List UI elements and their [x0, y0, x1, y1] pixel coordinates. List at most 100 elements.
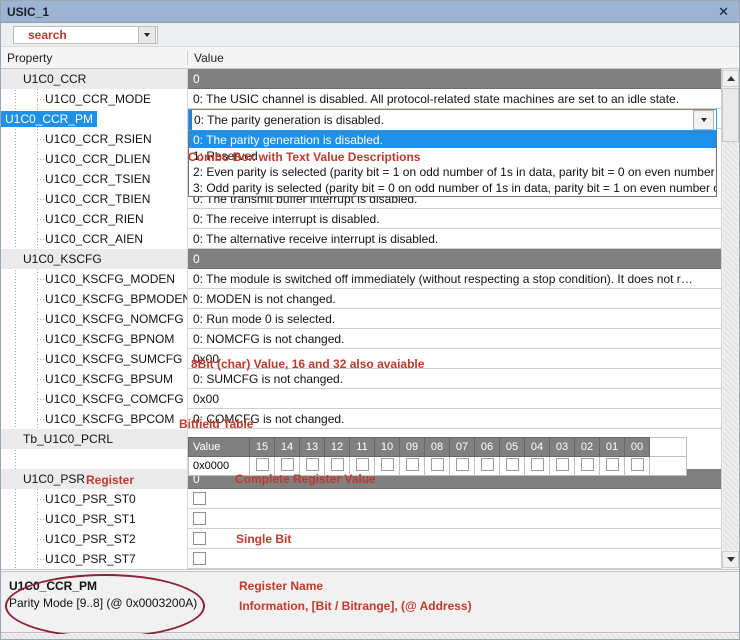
- bit-checkbox[interactable]: [381, 458, 394, 471]
- bitfield-bit-cell-06[interactable]: [475, 457, 500, 476]
- value-cell[interactable]: 0: [188, 249, 721, 269]
- bit-checkbox[interactable]: [456, 458, 469, 471]
- value-cell[interactable]: 0: The receive interrupt is disabled.: [188, 209, 721, 229]
- search-combobox[interactable]: search: [13, 26, 158, 44]
- tree-item-u1c0_psr_st2[interactable]: U1C0_PSR_ST2: [1, 529, 187, 549]
- value-cell[interactable]: 0: MODEN is not changed.: [188, 289, 721, 309]
- bitfield-bit-cell-13[interactable]: [300, 457, 325, 476]
- bit-checkbox[interactable]: [193, 532, 206, 545]
- tree-item-u1c0_psr_st1[interactable]: U1C0_PSR_ST1: [1, 509, 187, 529]
- tree-item-u1c0_kscfg_nomcfg[interactable]: U1C0_KSCFG_NOMCFG: [1, 309, 187, 329]
- bit-checkbox[interactable]: [356, 458, 369, 471]
- search-dropdown-button[interactable]: [138, 26, 156, 44]
- bit-checkbox[interactable]: [281, 458, 294, 471]
- value-cell[interactable]: [188, 489, 721, 509]
- tree-item-u1c0_ccr_tsien[interactable]: U1C0_CCR_TSIEN: [1, 169, 187, 189]
- horizontal-scrollbar[interactable]: [1, 634, 739, 639]
- value-cell[interactable]: 0x00: [188, 389, 721, 409]
- bit-checkbox[interactable]: [256, 458, 269, 471]
- bit-checkbox[interactable]: [193, 552, 206, 565]
- bit-checkbox[interactable]: [556, 458, 569, 471]
- column-header-property[interactable]: Property: [1, 51, 187, 65]
- dropdown-option[interactable]: 1: Reserved: [189, 148, 716, 164]
- tree-item-u1c0_kscfg_bpsum[interactable]: U1C0_KSCFG_BPSUM: [1, 369, 187, 389]
- tree-item-u1c0_psr[interactable]: U1C0_PSR: [1, 469, 187, 489]
- bitfield-bit-cell-02[interactable]: [575, 457, 600, 476]
- scrollbar-track[interactable]: [723, 142, 738, 550]
- tree-item-u1c0_psr_st7[interactable]: U1C0_PSR_ST7: [1, 549, 187, 569]
- value-cell[interactable]: 0: [188, 69, 721, 89]
- bitfield-bit-cell-01[interactable]: [600, 457, 625, 476]
- combobox-dropdown-list[interactable]: 0: The parity generation is disabled.1: …: [188, 131, 717, 197]
- dropdown-option[interactable]: 3: Odd parity is selected (parity bit = …: [189, 180, 716, 196]
- tree-item-u1c0_kscfg_bpnom[interactable]: U1C0_KSCFG_BPNOM: [1, 329, 187, 349]
- bit-checkbox[interactable]: [581, 458, 594, 471]
- bit-checkbox[interactable]: [406, 458, 419, 471]
- bitfield-bit-cell-10[interactable]: [375, 457, 400, 476]
- bit-checkbox[interactable]: [431, 458, 444, 471]
- value-combobox-editor[interactable]: 0: The parity generation is disabled.: [188, 109, 717, 131]
- bitfield-bit-cell-11[interactable]: [350, 457, 375, 476]
- scroll-up-button[interactable]: [722, 70, 739, 87]
- tree-item-u1c0_ccr_aien[interactable]: U1C0_CCR_AIEN: [1, 229, 187, 249]
- tree-item-u1c0_ccr_rsien[interactable]: U1C0_CCR_RSIEN: [1, 129, 187, 149]
- bitfield-value-cell[interactable]: 0x0000: [189, 457, 250, 476]
- value-cell[interactable]: [188, 549, 721, 569]
- bit-checkbox[interactable]: [631, 458, 644, 471]
- bit-checkbox[interactable]: [306, 458, 319, 471]
- value-cell[interactable]: 0: NOMCFG is not changed.: [188, 329, 721, 349]
- value-cell[interactable]: 0: The alternative receive interrupt is …: [188, 229, 721, 249]
- bit-checkbox[interactable]: [481, 458, 494, 471]
- tree-item-tb_u1c0_pcrl[interactable]: Tb_U1C0_PCRL: [1, 429, 187, 449]
- tree-item-u1c0_ccr_pm[interactable]: U1C0_CCR_PM: [1, 109, 187, 129]
- dropdown-option[interactable]: 2: Even parity is selected (parity bit =…: [189, 164, 716, 180]
- value-cell[interactable]: 0: Run mode 0 is selected.: [188, 309, 721, 329]
- value-cell[interactable]: [188, 509, 721, 529]
- tree-item-u1c0_ccr_rien[interactable]: U1C0_CCR_RIEN: [1, 209, 187, 229]
- scrollbar-thumb[interactable]: [722, 88, 739, 142]
- combobox-value-text[interactable]: 0: The parity generation is disabled.: [189, 113, 693, 127]
- tree-item-u1c0_ccr_mode[interactable]: U1C0_CCR_MODE: [1, 89, 187, 109]
- tree-item-u1c0_kscfg_moden[interactable]: U1C0_KSCFG_MODEN: [1, 269, 187, 289]
- bitfield-bit-cell-04[interactable]: [525, 457, 550, 476]
- bitfield-bit-cell-03[interactable]: [550, 457, 575, 476]
- close-icon[interactable]: ✕: [714, 5, 733, 19]
- vertical-scrollbar[interactable]: [721, 69, 739, 569]
- value-cell[interactable]: 0: The module is switched off immediatel…: [188, 269, 721, 289]
- tree-item-u1c0_ccr_dlien[interactable]: U1C0_CCR_DLIEN: [1, 149, 187, 169]
- value-cell[interactable]: 0: COMCFG is not changed.: [188, 409, 721, 429]
- tree-item-u1c0_kscfg_bpmoden[interactable]: U1C0_KSCFG_BPMODEN: [1, 289, 187, 309]
- bit-checkbox[interactable]: [193, 512, 206, 525]
- bitfield-table[interactable]: Value15141312111009080706050403020100 0x…: [188, 437, 687, 476]
- bitfield-bit-cell-09[interactable]: [400, 457, 425, 476]
- tree-item-u1c0_ccr[interactable]: U1C0_CCR: [1, 69, 187, 89]
- bit-checkbox[interactable]: [606, 458, 619, 471]
- scroll-down-button[interactable]: [722, 551, 739, 568]
- bitfield-bit-cell-05[interactable]: [500, 457, 525, 476]
- value-cell[interactable]: 0: The USIC channel is disabled. All pro…: [188, 89, 721, 109]
- search-input[interactable]: search: [14, 28, 138, 42]
- bitfield-bit-cell-12[interactable]: [325, 457, 350, 476]
- value-cell[interactable]: [188, 529, 721, 549]
- bitfield-bit-cell-15[interactable]: [250, 457, 275, 476]
- combobox-dropdown-button[interactable]: [693, 110, 714, 130]
- column-header-value[interactable]: Value: [187, 51, 739, 65]
- bitfield-bit-cell-00[interactable]: [625, 457, 650, 476]
- bitfield-bit-cell-08[interactable]: [425, 457, 450, 476]
- tree-item-u1c0_kscfg[interactable]: U1C0_KSCFG: [1, 249, 187, 269]
- tree-item-u1c0_kscfg_bpcom[interactable]: U1C0_KSCFG_BPCOM: [1, 409, 187, 429]
- bit-checkbox[interactable]: [531, 458, 544, 471]
- bit-checkbox[interactable]: [331, 458, 344, 471]
- dropdown-option[interactable]: 0: The parity generation is disabled.: [189, 132, 716, 148]
- tree-item-u1c0_psr_st0[interactable]: U1C0_PSR_ST0: [1, 489, 187, 509]
- bitfield-bit-cell-07[interactable]: [450, 457, 475, 476]
- value-cell[interactable]: 0: SUMCFG is not changed.: [188, 369, 721, 389]
- tree-item-u1c0_ccr_tbien[interactable]: U1C0_CCR_TBIEN: [1, 189, 187, 209]
- bit-checkbox[interactable]: [193, 492, 206, 505]
- value-text: 0: MODEN is not changed.: [193, 292, 336, 306]
- tree-item-u1c0_kscfg_comcfg[interactable]: U1C0_KSCFG_COMCFG: [1, 389, 187, 409]
- bitfield-bit-cell-14[interactable]: [275, 457, 300, 476]
- bit-checkbox[interactable]: [506, 458, 519, 471]
- tree-item-u1c0_kscfg_sumcfg[interactable]: U1C0_KSCFG_SUMCFG: [1, 349, 187, 369]
- value-cell[interactable]: 0x00: [188, 349, 721, 369]
